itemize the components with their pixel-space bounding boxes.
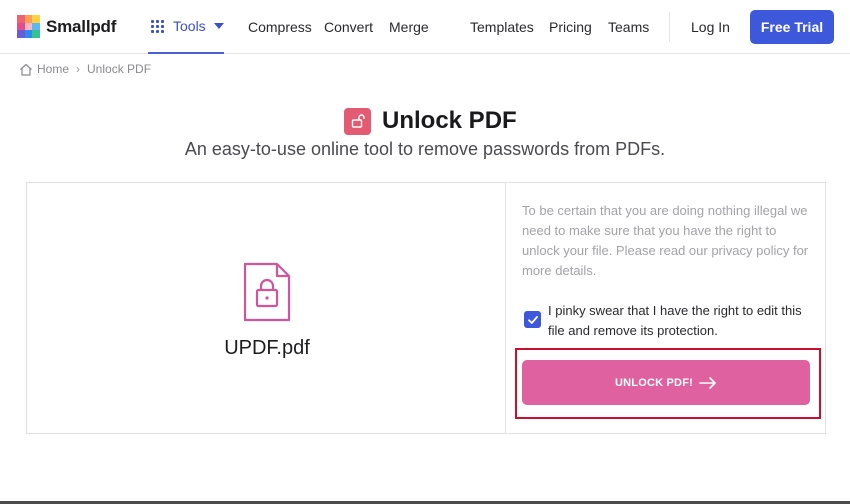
breadcrumb-home-link[interactable]: Home <box>37 62 69 76</box>
smallpdf-logo-icon <box>17 15 40 38</box>
free-trial-button[interactable]: Free Trial <box>750 10 834 44</box>
consent-checkbox[interactable] <box>524 311 541 328</box>
unlock-icon <box>344 107 371 135</box>
login-link[interactable]: Log In <box>691 19 730 35</box>
top-navbar: Smallpdf Tools Compress Convert Merge Te… <box>0 0 850 54</box>
unlock-card: UPDF.pdf To be certain that you are doin… <box>26 182 826 434</box>
locked-file-icon <box>243 262 291 322</box>
unlock-button-label: UNLOCK PDF! <box>615 376 693 389</box>
arrow-right-icon <box>699 376 716 389</box>
card-divider <box>505 183 506 433</box>
breadcrumb-separator: › <box>76 62 81 76</box>
page-subtitle: An easy-to-use online tool to remove pas… <box>184 139 666 159</box>
page-title: Unlock PDF <box>382 107 517 134</box>
nav-divider <box>669 12 670 42</box>
page-header: Unlock PDF <box>344 107 517 135</box>
nav-link-pricing[interactable]: Pricing <box>549 19 592 35</box>
breadcrumb: Home › Unlock PDF <box>19 62 151 76</box>
nav-link-teams[interactable]: Teams <box>608 19 649 35</box>
brand-logo[interactable]: Smallpdf <box>17 15 116 38</box>
tools-menu-button[interactable]: Tools <box>148 0 224 54</box>
brand-name: Smallpdf <box>46 16 117 36</box>
consent-label[interactable]: I pinky swear that I have the right to e… <box>548 301 813 341</box>
legal-notice: To be certain that you are doing nothing… <box>522 203 809 278</box>
tools-label: Tools <box>173 18 206 34</box>
nav-link-merge[interactable]: Merge <box>389 19 429 35</box>
caret-down-icon <box>213 23 224 29</box>
breadcrumb-current: Unlock PDF <box>87 62 152 76</box>
nav-link-convert[interactable]: Convert <box>324 19 373 35</box>
nav-link-compress[interactable]: Compress <box>248 19 312 35</box>
check-icon <box>527 315 538 324</box>
unlock-pdf-button[interactable]: UNLOCK PDF! <box>522 360 810 405</box>
home-icon <box>20 63 32 76</box>
nav-link-templates[interactable]: Templates <box>470 19 534 35</box>
file-name: UPDF.pdf <box>224 337 310 359</box>
grid-icon <box>151 19 164 33</box>
